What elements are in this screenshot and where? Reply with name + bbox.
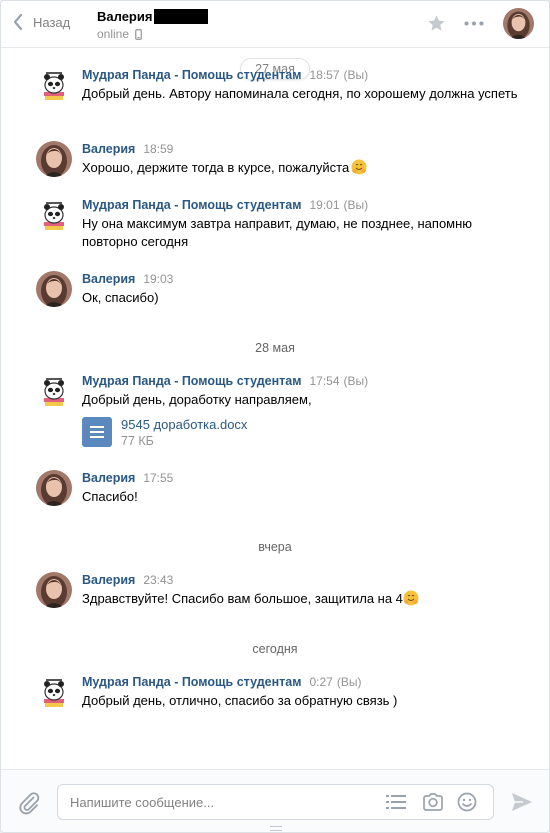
message-text: Здравствуйте! Спасибо вам большое, защит…	[82, 591, 403, 606]
more-icon[interactable]	[464, 21, 484, 26]
user-avatar[interactable]	[36, 271, 72, 307]
smile-icon[interactable]	[457, 792, 477, 812]
document-attachment[interactable]: 9545 доработка.docx 77 КБ	[82, 417, 529, 449]
message-composer	[1, 769, 549, 832]
message-time[interactable]: 23:43	[143, 572, 173, 589]
message-time[interactable]: 19:01	[309, 197, 339, 214]
message-author[interactable]: Мудрая Панда - Помощь студентам	[82, 197, 301, 214]
message-time[interactable]: 17:54	[309, 373, 339, 390]
message-text: Добрый день, отлично, спасибо за обратну…	[82, 693, 398, 708]
hugging-emoji-icon	[403, 590, 419, 606]
message-author[interactable]: Валерия	[82, 271, 135, 288]
chat-window: Назад Валерия online 27 мая Мудрая Панда…	[0, 0, 550, 833]
mobile-icon	[135, 28, 142, 40]
document-icon	[82, 417, 112, 447]
message-author[interactable]: Мудрая Панда - Помощь студентам	[82, 67, 301, 84]
message-time[interactable]: 18:57	[309, 67, 339, 84]
panda-avatar[interactable]	[36, 373, 72, 409]
chat-header: Назад Валерия online	[1, 1, 549, 48]
peer-name: Валерия	[97, 9, 153, 24]
hugging-emoji-icon	[351, 159, 367, 175]
message-time[interactable]: 18:59	[143, 141, 173, 158]
user-avatar[interactable]	[36, 470, 72, 506]
message-time[interactable]: 0:27	[309, 674, 332, 691]
camera-icon[interactable]	[422, 792, 444, 812]
chevron-left-icon	[13, 13, 23, 31]
star-icon[interactable]	[427, 14, 446, 33]
message-text: Ок, спасибо)	[82, 290, 159, 305]
message-text: Добрый день. Автору напоминала сегодня, …	[82, 86, 518, 101]
date-separator: сегодня	[252, 642, 298, 656]
panda-avatar[interactable]	[36, 197, 72, 233]
back-button[interactable]: Назад	[13, 13, 70, 31]
message-text: Хорошо, держите тогда в курсе, пожалуйст…	[82, 160, 350, 175]
message-author[interactable]: Мудрая Панда - Помощь студентам	[82, 373, 301, 390]
message-text: Добрый день, доработку направляем,	[82, 392, 312, 407]
message-text: Ну она максимум завтра направит, думаю, …	[82, 216, 473, 249]
message-author[interactable]: Мудрая Панда - Помощь студентам	[82, 674, 301, 691]
resize-handle[interactable]	[270, 826, 282, 831]
panda-avatar[interactable]	[36, 67, 72, 103]
message-author[interactable]: Валерия	[82, 141, 135, 158]
paperclip-icon[interactable]	[17, 791, 41, 815]
date-separator: 28 мая	[255, 341, 295, 355]
list-icon[interactable]	[386, 794, 406, 810]
back-label: Назад	[33, 14, 71, 30]
message-time[interactable]: 17:55	[143, 470, 173, 487]
message-history[interactable]: 27 мая Мудрая Панда - Помощь студентам 1…	[1, 49, 549, 769]
user-avatar[interactable]	[36, 572, 72, 608]
panda-avatar[interactable]	[36, 674, 72, 710]
message-you-label: (Вы)	[336, 675, 362, 689]
message-text: Спасибо!	[82, 489, 138, 504]
document-name[interactable]: 9545 доработка.docx	[121, 417, 247, 433]
message-you-label: (Вы)	[343, 198, 369, 212]
message-time[interactable]: 19:03	[143, 271, 173, 288]
message-author[interactable]: Валерия	[82, 470, 135, 487]
redaction-bar	[154, 9, 209, 24]
date-separator: вчера	[258, 540, 292, 554]
message-you-label: (Вы)	[343, 374, 369, 388]
send-icon[interactable]	[511, 792, 533, 812]
peer-status: online	[97, 27, 130, 41]
message-you-label: (Вы)	[343, 68, 369, 82]
document-size: 77 КБ	[121, 434, 154, 448]
user-avatar[interactable]	[36, 141, 72, 177]
message-author[interactable]: Валерия	[82, 572, 135, 589]
peer-avatar[interactable]	[503, 8, 534, 39]
peer-info[interactable]: Валерия online	[97, 9, 209, 41]
